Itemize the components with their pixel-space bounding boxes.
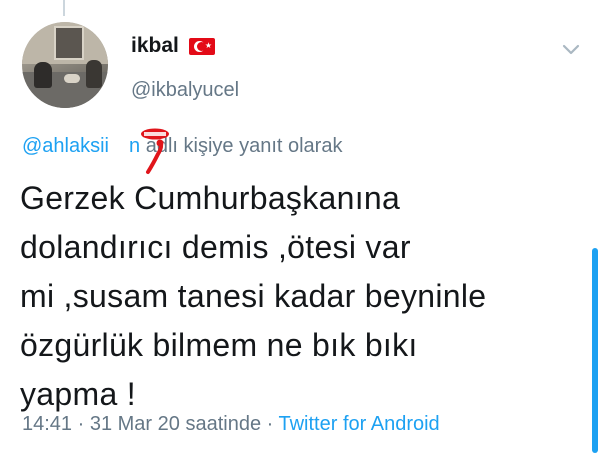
avatar-cat (64, 74, 80, 83)
reply-mention-link[interactable]: @ahlaksii n (22, 135, 140, 157)
censor-scribble (141, 128, 169, 174)
display-name[interactable]: ikbal (131, 34, 179, 58)
tweet-time: 14:41 (22, 413, 73, 435)
tweet-meta: 14:41 · 31 Mar 20 saatinde · Twitter for… (22, 413, 440, 436)
turkey-flag-icon: ★ (188, 37, 215, 55)
meta-separator: · (72, 413, 90, 435)
avatar-person-right (86, 60, 102, 88)
tweet-source-link[interactable]: Twitter for Android (279, 413, 440, 435)
meta-separator: · (261, 413, 279, 435)
reply-context: @ahlaksii n adlı kişiye yanıt olarak (22, 135, 342, 158)
author-name-row: ikbal ★ (131, 34, 215, 58)
tweet-date: 31 Mar 20 saatinde (89, 413, 262, 435)
thread-connector-line (63, 0, 65, 16)
user-handle[interactable]: @ikbalyucel (131, 79, 239, 102)
reply-mention-visible[interactable]: @ahlaksii (22, 135, 109, 157)
scrollbar[interactable] (592, 248, 598, 453)
avatar-person-left (34, 62, 52, 88)
chevron-down-icon[interactable] (560, 38, 582, 60)
avatar[interactable] (22, 22, 108, 108)
tweet-text: Gerzek Cumhurbaşkanına dolandırıcı demis… (20, 180, 487, 412)
avatar-window (54, 26, 84, 60)
